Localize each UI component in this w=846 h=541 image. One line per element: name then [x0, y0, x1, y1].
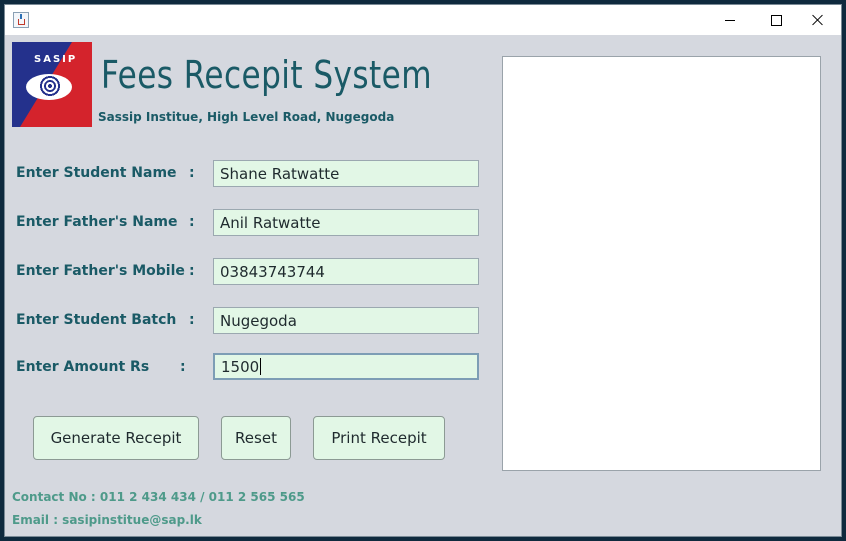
amount-value: 1500 — [221, 357, 260, 376]
student-batch-label: Enter Student Batch — [16, 312, 177, 328]
minimize-button[interactable] — [707, 5, 753, 35]
colon-separator: : — [180, 359, 186, 375]
student-batch-input[interactable]: Nugegoda — [213, 307, 479, 334]
amount-label: Enter Amount Rs — [16, 359, 150, 375]
receipt-preview-area[interactable] — [502, 56, 821, 471]
spiral-iris-icon — [39, 75, 61, 97]
app-window: SASIP Fees Recepit System Sassip Institu… — [4, 4, 842, 537]
page-title: Fees Recepit System — [101, 53, 432, 97]
reset-button[interactable]: Reset — [221, 416, 291, 460]
maximize-icon — [770, 14, 782, 26]
maximize-button[interactable] — [753, 5, 799, 35]
father-mobile-value: 03843743744 — [220, 262, 325, 281]
father-name-input[interactable]: Anil Ratwatte — [213, 209, 479, 236]
father-name-value: Anil Ratwatte — [220, 213, 321, 232]
colon-separator: : — [189, 263, 195, 279]
institute-address: Sassip Institue, High Level Road, Nugego… — [98, 110, 395, 124]
student-name-value: Shane Ratwatte — [220, 164, 340, 183]
close-icon — [812, 14, 824, 26]
student-batch-value: Nugegoda — [220, 311, 297, 330]
colon-separator: : — [189, 165, 195, 181]
text-caret — [260, 358, 262, 375]
java-app-icon — [13, 12, 29, 28]
contact-info: Contact No : 011 2 434 434 / 011 2 565 5… — [12, 490, 305, 504]
colon-separator: : — [189, 312, 195, 328]
student-name-label: Enter Student Name — [16, 165, 177, 181]
father-mobile-input[interactable]: 03843743744 — [213, 258, 479, 285]
close-button[interactable] — [795, 5, 841, 35]
father-mobile-label: Enter Father's Mobile — [16, 263, 185, 279]
father-name-label: Enter Father's Name — [16, 214, 178, 230]
title-bar[interactable] — [5, 5, 841, 35]
amount-input[interactable]: 1500 — [213, 353, 479, 380]
sasip-logo: SASIP — [12, 42, 92, 127]
email-info: Email : sasipinstitue@sap.lk — [12, 513, 202, 527]
logo-text: SASIP — [34, 54, 78, 65]
generate-receipt-button[interactable]: Generate Recepit — [33, 416, 199, 460]
student-name-input[interactable]: Shane Ratwatte — [213, 160, 479, 187]
minimize-icon — [725, 19, 735, 21]
colon-separator: : — [189, 214, 195, 230]
print-receipt-button[interactable]: Print Recepit — [313, 416, 445, 460]
